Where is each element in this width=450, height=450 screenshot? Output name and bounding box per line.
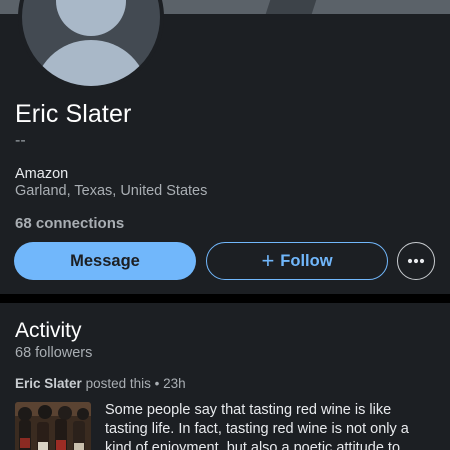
post-separator: • [154, 376, 160, 391]
avatar[interactable] [18, 0, 164, 90]
wine-bottles-image [15, 402, 91, 450]
more-icon [407, 258, 425, 264]
post-action: posted this [85, 376, 151, 391]
profile-location: Garland, Texas, United States [15, 183, 208, 199]
post-thumbnail[interactable] [15, 402, 91, 450]
followers-count: 68 followers [15, 345, 93, 361]
profile-name: Eric Slater [15, 100, 132, 128]
banner-shape [265, 0, 317, 14]
post-text[interactable]: Some people say that tasting red wine is… [105, 401, 437, 450]
profile-headline: -- [15, 132, 26, 149]
follow-button-label: Follow [280, 251, 333, 270]
plus-icon: + [261, 248, 275, 273]
post-meta: Eric Slater posted this • 23h [15, 376, 186, 391]
connections-count[interactable]: 68 connections [15, 215, 124, 232]
profile-card: Eric Slater -- Amazon Garland, Texas, Un… [0, 0, 450, 294]
more-options-button[interactable] [397, 242, 435, 280]
activity-title: Activity [15, 319, 82, 342]
post-author[interactable]: Eric Slater [15, 376, 82, 391]
post-time: 23h [163, 376, 186, 391]
profile-screen: Eric Slater -- Amazon Garland, Texas, Un… [0, 0, 450, 450]
avatar-head-shape [56, 0, 126, 36]
avatar-shoulders-shape [34, 40, 148, 86]
profile-company[interactable]: Amazon [15, 166, 68, 182]
activity-section: Activity 68 followers Eric Slater posted… [0, 303, 450, 450]
avatar-placeholder-icon [22, 0, 160, 86]
follow-button[interactable]: + Follow [206, 242, 388, 280]
message-button-label: Message [70, 251, 140, 270]
message-button[interactable]: Message [14, 242, 196, 280]
